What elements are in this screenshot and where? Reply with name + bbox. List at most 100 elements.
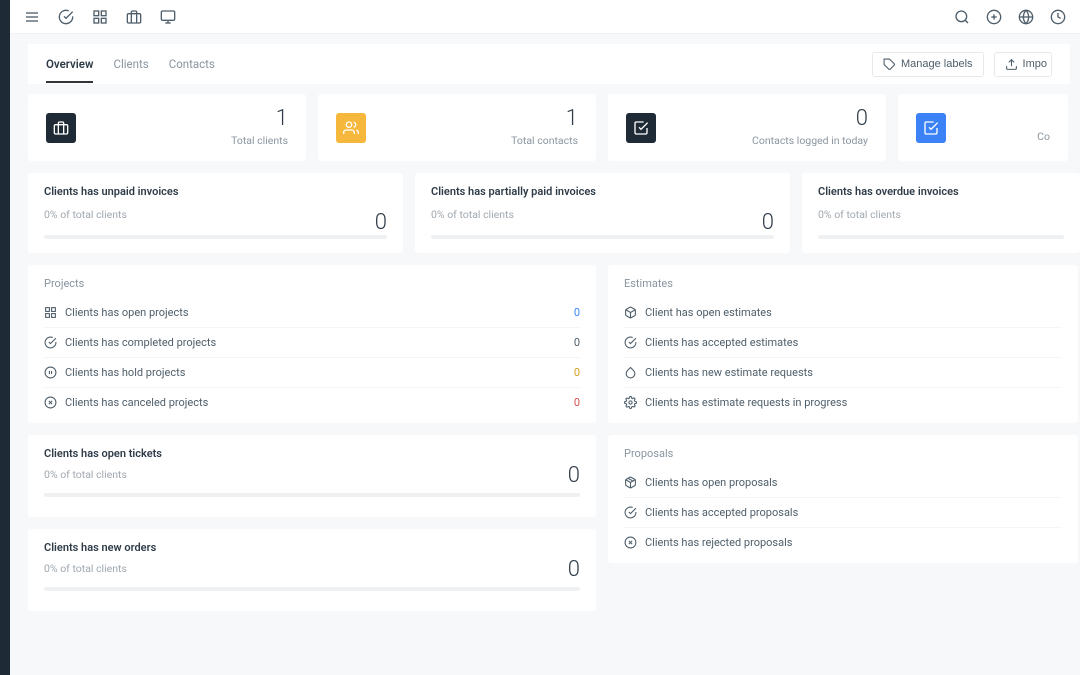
check-circle-icon[interactable] bbox=[58, 9, 74, 25]
row-label: Clients has completed projects bbox=[65, 336, 216, 349]
stat-value: 1 bbox=[231, 108, 288, 130]
panel-estimates: Estimates Client has open estimates Clie… bbox=[608, 265, 1078, 423]
tabs-bar: Overview Clients Contacts Manage labels … bbox=[28, 44, 1070, 84]
card-value: 0 bbox=[568, 557, 580, 582]
stat-logged-today: 0 Contacts logged in today bbox=[608, 94, 886, 161]
row-value: 0 bbox=[574, 366, 580, 379]
check-circle-icon bbox=[44, 336, 57, 349]
tab-contacts[interactable]: Contacts bbox=[169, 45, 215, 83]
check-circle-icon bbox=[624, 336, 637, 349]
card-sub: 0% of total clients bbox=[431, 208, 774, 221]
card-sub: 0% of total clients bbox=[44, 208, 387, 221]
row-completed-projects[interactable]: Clients has completed projects 0 bbox=[44, 327, 580, 357]
panel-projects: Projects Clients has open projects 0 Cli… bbox=[28, 265, 596, 423]
stat-card-cutoff: Co bbox=[898, 94, 1068, 161]
row-label: Clients has open proposals bbox=[645, 476, 778, 489]
row-label: Clients has hold projects bbox=[65, 366, 185, 379]
stat-label: Contacts logged in today bbox=[752, 134, 868, 147]
row-estimate-inprogress[interactable]: Clients has estimate requests in progres… bbox=[624, 387, 1062, 417]
x-circle-icon bbox=[624, 536, 637, 549]
card-value: 0 bbox=[568, 463, 580, 488]
stat-total-clients: 1 Total clients bbox=[28, 94, 306, 161]
card-sub: 0% of total clients bbox=[818, 208, 1064, 221]
row-label: Clients has estimate requests in progres… bbox=[645, 396, 847, 409]
grid-icon bbox=[44, 306, 57, 319]
panel-title: Clients has new orders bbox=[44, 541, 580, 554]
stat-label: Total clients bbox=[231, 134, 288, 147]
row-value: 0 bbox=[574, 306, 580, 319]
check-square-icon bbox=[626, 113, 656, 143]
search-icon[interactable] bbox=[954, 9, 970, 25]
settings-icon bbox=[624, 396, 637, 409]
monitor-icon[interactable] bbox=[160, 9, 176, 25]
tab-clients[interactable]: Clients bbox=[113, 45, 148, 83]
pause-circle-icon bbox=[44, 366, 57, 379]
briefcase-icon bbox=[46, 113, 76, 143]
row-label: Clients has canceled projects bbox=[65, 396, 208, 409]
panel-new-orders: Clients has new orders 0% of total clien… bbox=[28, 529, 596, 611]
row-hold-projects[interactable]: Clients has hold projects 0 bbox=[44, 357, 580, 387]
progress-bar bbox=[44, 587, 580, 591]
panel-title: Proposals bbox=[624, 447, 1062, 460]
stat-label: Co bbox=[1037, 130, 1050, 143]
progress-bar bbox=[818, 235, 1064, 239]
stat-value: 0 bbox=[752, 108, 868, 130]
grid-icon[interactable] bbox=[92, 9, 108, 25]
card-title: Clients has partially paid invoices bbox=[431, 185, 774, 198]
row-label: Clients has accepted estimates bbox=[645, 336, 798, 349]
card-overdue-invoices: Clients has overdue invoices 0% of total… bbox=[802, 173, 1080, 253]
manage-labels-button[interactable]: Manage labels bbox=[872, 52, 984, 77]
card-partial-invoices: Clients has partially paid invoices 0% o… bbox=[415, 173, 790, 253]
globe-icon[interactable] bbox=[1018, 9, 1034, 25]
row-new-estimate-requests[interactable]: Clients has new estimate requests bbox=[624, 357, 1062, 387]
briefcase-icon[interactable] bbox=[126, 9, 142, 25]
topbar bbox=[10, 0, 1080, 34]
row-label: Clients has accepted proposals bbox=[645, 506, 798, 519]
panel-title: Projects bbox=[44, 277, 580, 290]
card-sub: 0% of total clients bbox=[44, 562, 580, 575]
manage-labels-label: Manage labels bbox=[901, 58, 973, 70]
check-square-icon bbox=[916, 113, 946, 143]
package-icon bbox=[624, 476, 637, 489]
row-open-proposals[interactable]: Clients has open proposals bbox=[624, 468, 1062, 497]
import-label: Impo bbox=[1023, 58, 1047, 70]
row-label: Clients has rejected proposals bbox=[645, 536, 792, 549]
row-canceled-projects[interactable]: Clients has canceled projects 0 bbox=[44, 387, 580, 417]
stat-label: Total contacts bbox=[511, 134, 578, 147]
row-accepted-proposals[interactable]: Clients has accepted proposals bbox=[624, 497, 1062, 527]
sidebar-collapsed bbox=[0, 0, 10, 675]
x-circle-icon bbox=[44, 396, 57, 409]
card-value: 0 bbox=[762, 210, 774, 235]
progress-bar bbox=[431, 235, 774, 239]
row-open-estimates[interactable]: Client has open estimates bbox=[624, 298, 1062, 327]
row-rejected-proposals[interactable]: Clients has rejected proposals bbox=[624, 527, 1062, 557]
tab-overview[interactable]: Overview bbox=[46, 45, 93, 83]
card-sub: 0% of total clients bbox=[44, 468, 580, 481]
plus-circle-icon[interactable] bbox=[986, 9, 1002, 25]
card-value: 0 bbox=[375, 210, 387, 235]
menu-icon[interactable] bbox=[24, 9, 40, 25]
panel-proposals: Proposals Clients has open proposals Cli… bbox=[608, 435, 1078, 563]
panel-open-tickets: Clients has open tickets 0% of total cli… bbox=[28, 435, 596, 517]
row-value: 0 bbox=[574, 336, 580, 349]
row-label: Clients has new estimate requests bbox=[645, 366, 813, 379]
droplet-icon bbox=[624, 366, 637, 379]
card-unpaid-invoices: Clients has unpaid invoices 0% of total … bbox=[28, 173, 403, 253]
progress-bar bbox=[44, 493, 580, 497]
clock-icon[interactable] bbox=[1050, 9, 1066, 25]
check-circle-icon bbox=[624, 506, 637, 519]
panel-title: Clients has open tickets bbox=[44, 447, 580, 460]
users-icon bbox=[336, 113, 366, 143]
panel-title: Estimates bbox=[624, 277, 1062, 290]
stat-value: 1 bbox=[511, 108, 578, 130]
row-value: 0 bbox=[574, 396, 580, 409]
row-label: Clients has open projects bbox=[65, 306, 189, 319]
card-title: Clients has unpaid invoices bbox=[44, 185, 387, 198]
import-button[interactable]: Impo bbox=[994, 52, 1052, 77]
row-accepted-estimates[interactable]: Clients has accepted estimates bbox=[624, 327, 1062, 357]
box-icon bbox=[624, 306, 637, 319]
card-title: Clients has overdue invoices bbox=[818, 185, 1064, 198]
row-label: Client has open estimates bbox=[645, 306, 772, 319]
row-open-projects[interactable]: Clients has open projects 0 bbox=[44, 298, 580, 327]
progress-bar bbox=[44, 235, 387, 239]
